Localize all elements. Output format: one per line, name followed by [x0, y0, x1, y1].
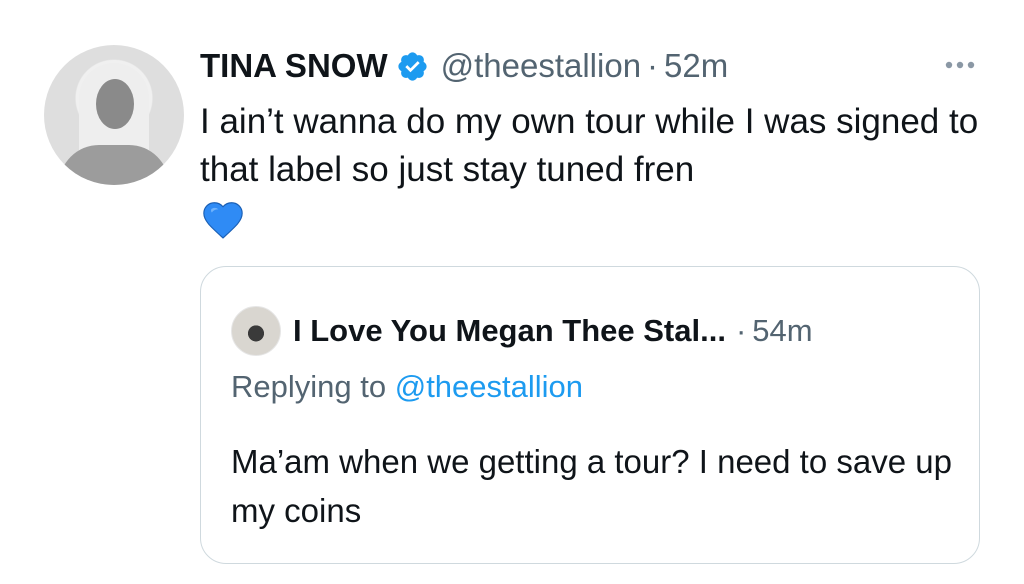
replying-to-mention[interactable]: @theestallion: [395, 369, 583, 404]
author-avatar[interactable]: [44, 45, 184, 185]
author-handle[interactable]: @theestallion: [441, 47, 641, 85]
avatar-body: [59, 145, 169, 185]
header-separator: ·: [647, 47, 659, 84]
tweet-text: I ain’t wanna do my own tour while I was…: [200, 102, 979, 189]
more-options-icon[interactable]: [940, 50, 980, 80]
quoted-tweet-header: I Love You Megan Thee Stal... · 54m: [231, 306, 813, 356]
quoted-author-name[interactable]: I Love You Megan Thee Stal...: [293, 313, 726, 349]
quoted-tweet-time[interactable]: 54m: [752, 313, 812, 349]
avatar-face: [96, 79, 134, 129]
quoted-author-avatar[interactable]: [231, 306, 281, 356]
quoted-header-separator: ·: [735, 313, 747, 348]
blue-heart-emoji-icon: [203, 202, 243, 239]
verified-badge-icon: [398, 51, 427, 81]
tweet-time[interactable]: 52m: [664, 47, 728, 85]
author-name[interactable]: TINA SNOW: [200, 47, 388, 85]
replying-to: Replying to @theestallion: [231, 369, 583, 405]
replying-to-prefix: Replying to: [231, 369, 387, 404]
quoted-tweet[interactable]: I Love You Megan Thee Stal... · 54m Repl…: [200, 266, 980, 564]
quoted-tweet-text: Ma’am when we getting a tour? I need to …: [231, 443, 952, 529]
tweet-header: TINA SNOW @theestallion · 52m: [200, 44, 728, 88]
